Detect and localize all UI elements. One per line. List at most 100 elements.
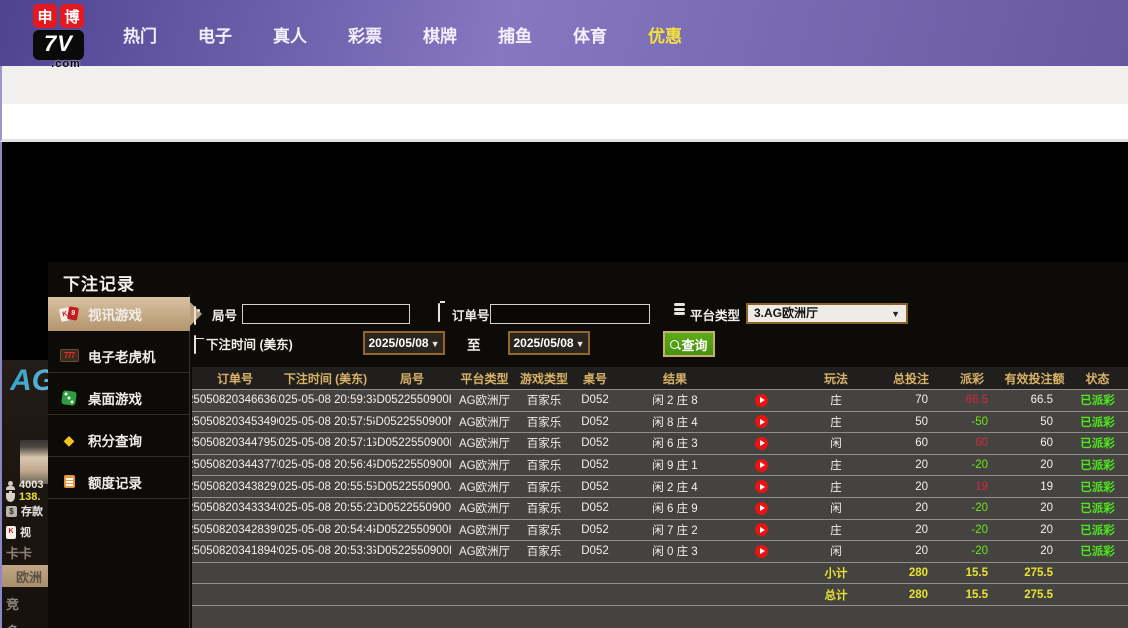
round-cell: GD0522550900M <box>373 412 451 433</box>
table-no-cell: D052 <box>570 498 620 519</box>
diamond-icon: ◆ <box>64 433 75 447</box>
payout-cell: -20 <box>942 455 1002 476</box>
slot777-icon: 777 <box>60 349 79 362</box>
table-no-cell: D052 <box>570 476 620 497</box>
nav-item-2[interactable]: 电子 <box>185 22 245 47</box>
sidebar-item-4[interactable]: ◆积分查询 <box>48 423 190 457</box>
left-strip-item[interactable]: 竞 <box>6 594 19 613</box>
dollar-icon: $ <box>6 506 17 517</box>
empty-cell <box>451 584 518 605</box>
order-cell: 250508203438292 <box>192 476 278 497</box>
play-replay-button[interactable] <box>755 415 768 428</box>
empty-cell <box>730 563 792 584</box>
play-replay-button[interactable] <box>755 394 768 407</box>
table-row: 2505082034479522025-05-08 20:57:12GD0522… <box>192 433 1128 455</box>
empty-cell <box>192 584 278 605</box>
date-to-picker[interactable]: 2025/05/08▼ <box>508 331 590 355</box>
table-no-cell: D052 <box>570 390 620 411</box>
status-cell: 已派彩 <box>1067 476 1128 497</box>
header-cell: 玩法 <box>792 367 880 389</box>
sidebar-item-2[interactable]: 777 电子老虎机 <box>48 339 190 373</box>
moneybag-icon <box>6 493 15 502</box>
round-input[interactable] <box>242 304 410 324</box>
round-cell: GD0522550900J <box>373 476 451 497</box>
order-input[interactable] <box>490 304 650 324</box>
play-type-cell: 庄 <box>792 390 880 411</box>
sidebar-item-3[interactable]: 桌面游戏 <box>48 381 190 415</box>
browser-url-bar[interactable]: https://gci.7vvvvvv.com/agingame/pcv1/in… <box>0 104 1128 142</box>
header-cell: 游戏类型 <box>518 367 570 389</box>
play-replay-button[interactable] <box>755 545 768 558</box>
left-strip-item[interactable]: 4003 <box>6 479 43 491</box>
left-strip-item[interactable]: 138. <box>6 491 40 503</box>
left-strip-label: 4003 <box>19 479 43 491</box>
nav-item-3[interactable]: 真人 <box>260 22 320 47</box>
result-cell: 闲 2 庄 4 <box>620 476 730 497</box>
table-no-cell: D052 <box>570 412 620 433</box>
payout-cell: 19 <box>942 476 1002 497</box>
left-strip-item[interactable]: K视 <box>6 524 31 540</box>
platform-cell: AG欧洲厅 <box>451 455 518 476</box>
order-cell: 250508203433345 <box>192 498 278 519</box>
empty-cell <box>730 584 792 605</box>
to-label: 至 <box>467 334 481 354</box>
nav-item-8[interactable]: 优惠 <box>635 22 695 47</box>
valid-bet-cell: 50 <box>1002 412 1067 433</box>
date-from-picker[interactable]: 2025/05/08▼ <box>363 331 445 355</box>
sidebar-item-label: 额度记录 <box>88 472 142 492</box>
person-icon <box>6 481 15 490</box>
browser-title-bar: A G Asia Gaming - 用户配置 1 - Microsoft Edg… <box>0 66 1128 104</box>
bet-cell: 70 <box>880 390 942 411</box>
status-cell: 已派彩 <box>1067 433 1128 454</box>
bet-cell: 20 <box>880 520 942 541</box>
play-replay-button[interactable] <box>755 523 768 536</box>
header-cell-replay <box>730 367 792 389</box>
left-strip-item[interactable]: 多 <box>6 621 19 628</box>
table-row: 2505082034382922025-05-08 20:55:55GD0522… <box>192 476 1128 498</box>
platform-cell: AG欧洲厅 <box>451 412 518 433</box>
status-cell: 已派彩 <box>1067 498 1128 519</box>
order-cell: 250508203443775 <box>192 455 278 476</box>
order-cell: 250508203418949 <box>192 541 278 562</box>
document-icon <box>64 475 75 488</box>
sidebar-item-1[interactable]: 视讯游戏 <box>48 297 190 331</box>
play-replay-button[interactable] <box>755 459 768 472</box>
play-replay-button[interactable] <box>755 437 768 450</box>
valid-bet-cell: 20 <box>1002 455 1067 476</box>
nav-item-1[interactable]: 热门 <box>110 22 170 47</box>
time-cell: 2025-05-08 20:59:32 <box>278 390 373 411</box>
valid-bet-cell: 20 <box>1002 541 1067 562</box>
empty-cell <box>278 584 373 605</box>
nav-item-5[interactable]: 棋牌 <box>410 22 470 47</box>
total-label-cell: 小计 <box>792 563 880 584</box>
nav-item-7[interactable]: 体育 <box>560 22 620 47</box>
left-strip-item[interactable]: 卡卡 <box>6 543 32 562</box>
nav-item-6[interactable]: 捕鱼 <box>485 22 545 47</box>
sidebar-item-label: 桌面游戏 <box>88 388 142 408</box>
time-cell: 2025-05-08 20:55:22 <box>278 498 373 519</box>
table-no-cell: D052 <box>570 541 620 562</box>
platform-label: 平台类型 <box>690 305 740 324</box>
search-form: 局号 订单号 平台类型 3.AG欧洲厅 ▼ 下注时间 (美东) 2025/05/… <box>190 295 1128 367</box>
records-table-body: 2505082034663632025-05-08 20:59:32GD0522… <box>192 390 1128 606</box>
replay-cell <box>730 390 792 411</box>
site-logo[interactable]: 申 博 7V .com <box>33 4 95 64</box>
header-cell: 状态 <box>1067 367 1128 389</box>
nav-item-4[interactable]: 彩票 <box>335 22 395 47</box>
empty-cell <box>620 584 730 605</box>
header-cell: 总投注 <box>880 367 942 389</box>
play-replay-button[interactable] <box>755 502 768 515</box>
sidebar-item-label: 电子老虎机 <box>88 346 156 366</box>
left-strip-item[interactable]: 欧洲 <box>2 565 50 587</box>
search-icon <box>670 340 679 349</box>
left-strip-label: 多 <box>6 621 19 628</box>
sidebar-item-5[interactable]: 额度记录 <box>48 465 190 499</box>
left-strip-item[interactable]: $存款 <box>6 503 43 519</box>
play-replay-button[interactable] <box>755 480 768 493</box>
game-cell: 百家乐 <box>518 498 570 519</box>
search-button[interactable]: 查询 <box>663 331 715 357</box>
order-cell: 250508203428395 <box>192 520 278 541</box>
platform-select[interactable]: 3.AG欧洲厅 ▼ <box>746 303 908 324</box>
round-cell: GD0522550900F <box>373 541 451 562</box>
play-type-cell: 庄 <box>792 520 880 541</box>
